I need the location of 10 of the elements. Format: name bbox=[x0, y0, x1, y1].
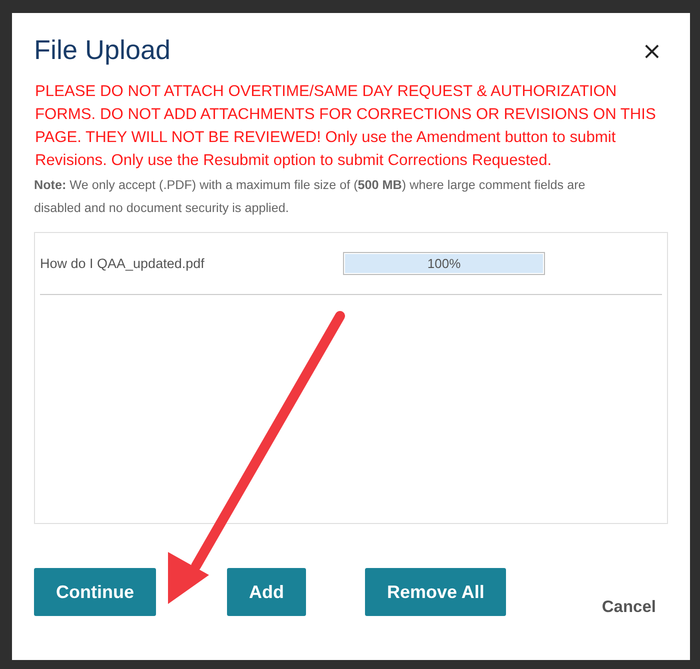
action-button[interactable]: Remove All bbox=[365, 568, 506, 616]
action-button[interactable]: Add bbox=[227, 568, 306, 616]
action-button[interactable]: Continue bbox=[34, 568, 156, 616]
progress-reading: 100% bbox=[426, 255, 462, 273]
dialog-title: File Upload bbox=[34, 35, 171, 66]
note-text: Note: We only accept (.PDF) with a maximum file size of (500 MB) where large comment fields are disabled and no document security is applied. bbox=[34, 177, 586, 217]
file-name: How do I QAA_updated.pdf bbox=[40, 256, 206, 271]
close-button[interactable]: × bbox=[636, 36, 668, 64]
cancel-link[interactable]: Cancel bbox=[602, 598, 656, 617]
warning-text: PLEASE DO NOT ATTACH OVERTIME/SAME DAY REQUEST & AUTHORIZATION FORMS. DO NOT ADD ATTACHMENTS FOR CORRECTIONS OR REVISIONS ON THIS PAGE. THEY WILL NOT BE REVIEWED! Only use the Amendment button to submit Revisions. Only use the Resubmit option to submit Corrections Requested. bbox=[34, 82, 657, 171]
